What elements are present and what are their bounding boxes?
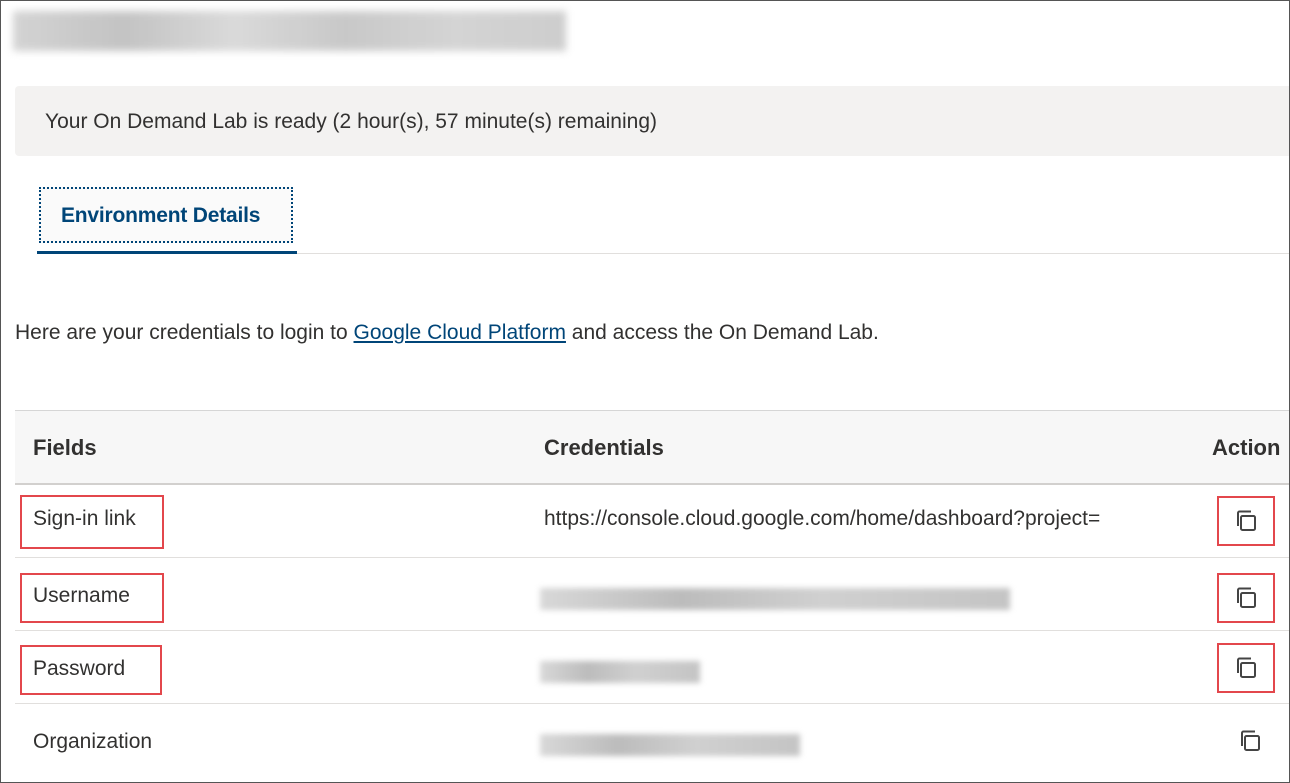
tab-label: Environment Details [61, 204, 261, 227]
google-cloud-platform-link[interactable]: Google Cloud Platform [354, 321, 566, 344]
tab-environment-details[interactable]: Environment Details [39, 187, 293, 243]
credential-value: https://console.cloud.google.com/home/da… [544, 507, 1101, 530]
tab-active-underline [37, 251, 297, 254]
field-label: Password [33, 657, 126, 680]
intro-text: Here are your credentials to login to Go… [15, 321, 879, 345]
table-row: Organization [15, 704, 1289, 777]
copy-button[interactable] [1217, 573, 1275, 623]
header-fields: Fields [33, 435, 97, 460]
copy-button[interactable] [1227, 718, 1273, 764]
table-header: Fields Credentials Action [15, 410, 1289, 485]
status-banner: Your On Demand Lab is ready (2 hour(s), … [15, 86, 1289, 156]
copy-icon [1237, 657, 1256, 678]
copy-icon [1241, 730, 1260, 751]
credential-redacted [540, 734, 800, 756]
field-label: Organization [33, 730, 153, 753]
header-credentials: Credentials [544, 435, 664, 460]
table-row: Username [15, 558, 1289, 631]
intro-after: and access the On Demand Lab. [565, 321, 879, 344]
field-label: Username [33, 584, 130, 607]
tab-divider [297, 253, 1289, 254]
lab-title-redacted [13, 11, 566, 51]
credential-redacted [540, 588, 1010, 610]
field-label: Sign-in link [33, 507, 136, 530]
header-action: Action [1212, 435, 1281, 460]
table-row: Sign-in link https://console.cloud.googl… [15, 485, 1289, 558]
copy-icon [1237, 587, 1256, 608]
copy-icon [1237, 510, 1256, 531]
page-frame: Your On Demand Lab is ready (2 hour(s), … [0, 0, 1290, 783]
status-text: Your On Demand Lab is ready (2 hour(s), … [45, 110, 658, 133]
credential-redacted [540, 661, 700, 683]
table-row: Password [15, 631, 1289, 704]
copy-button[interactable] [1217, 643, 1275, 693]
copy-button[interactable] [1217, 496, 1275, 546]
intro-before: Here are your credentials to login to [15, 321, 354, 344]
